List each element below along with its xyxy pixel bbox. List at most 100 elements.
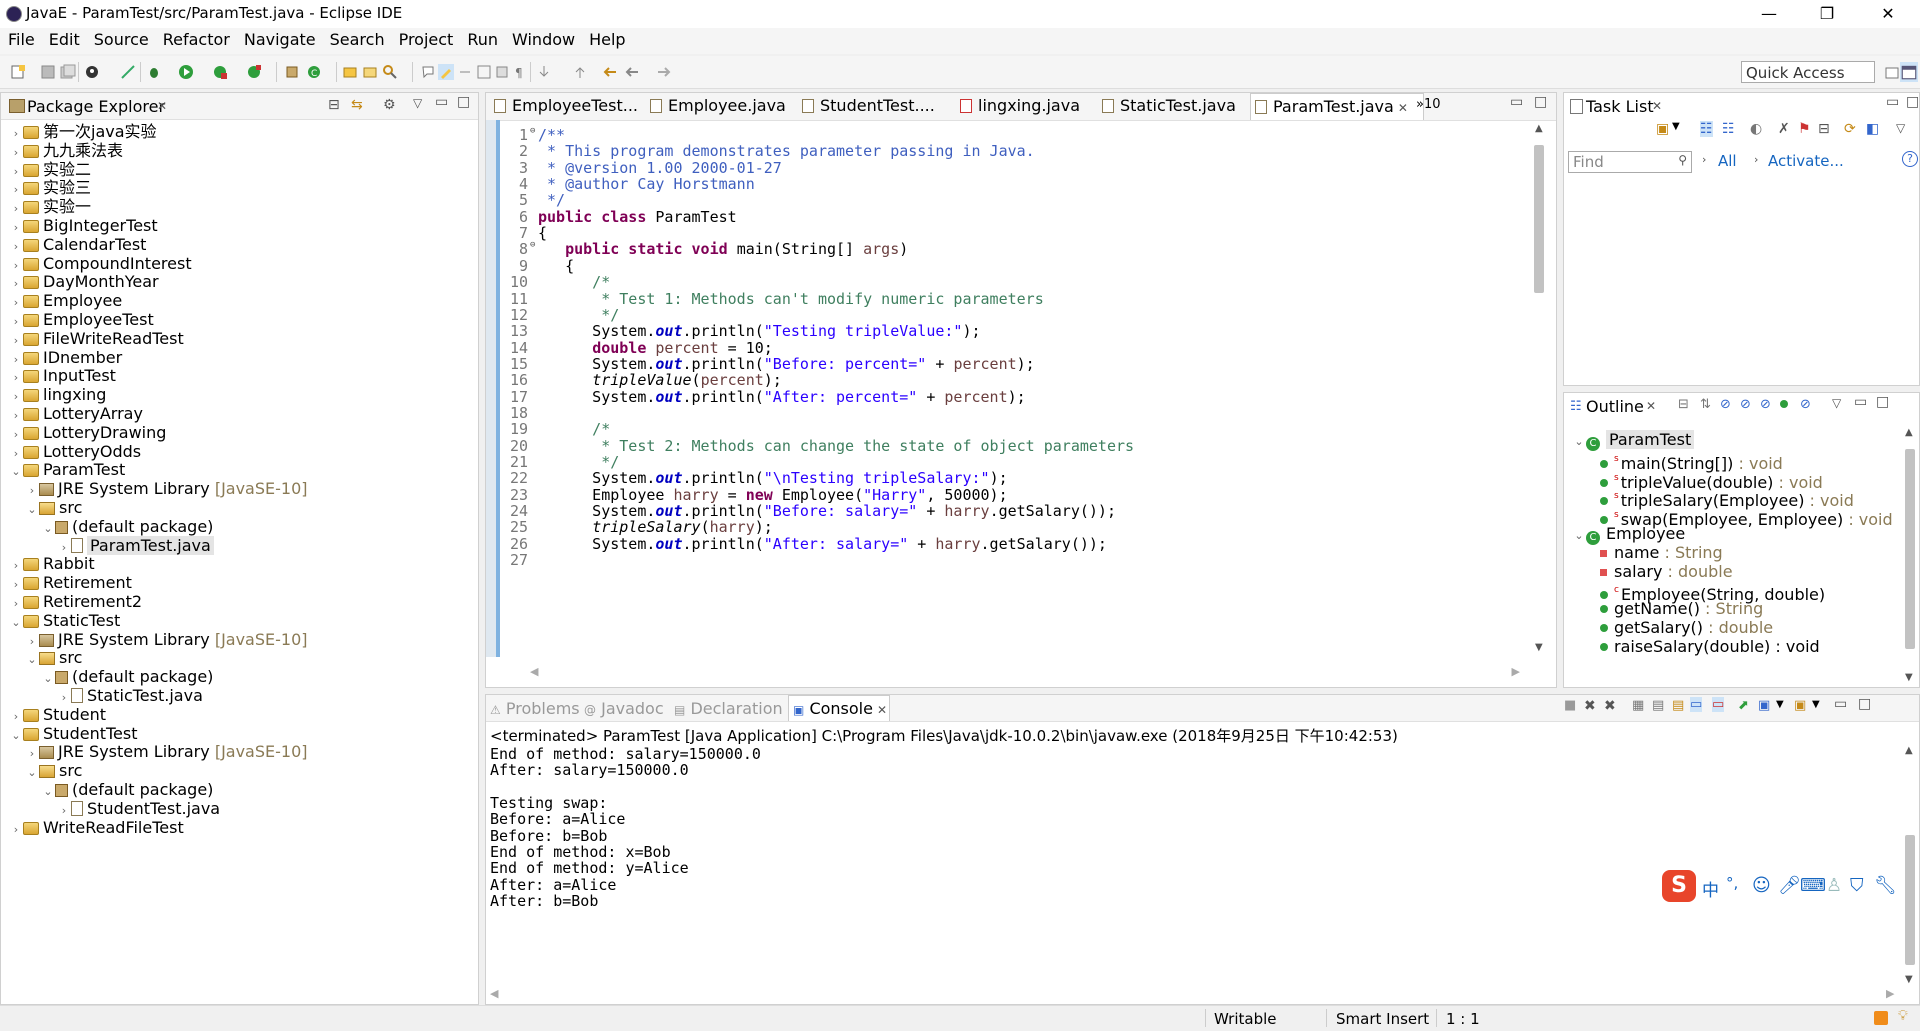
close-icon[interactable]: ✕ — [157, 99, 167, 113]
chevron-right-icon[interactable]: › — [9, 819, 23, 841]
menu-refactor[interactable]: Refactor — [155, 28, 236, 49]
new-class-icon[interactable]: C — [306, 64, 322, 80]
maximize-view-icon[interactable]: □ — [457, 94, 470, 110]
chevron-down-icon[interactable]: ⌄ — [1572, 525, 1586, 547]
annotation-icon[interactable] — [420, 64, 436, 80]
ime-lang[interactable]: 中 — [1702, 876, 1719, 901]
wrench-icon[interactable]: 🔧︎ — [1874, 875, 1897, 896]
maximize-view-icon[interactable]: □ — [1858, 696, 1871, 712]
outline-item[interactable]: raiseSalary(double) : void — [1600, 636, 1820, 658]
word-wrap-icon[interactable]: ▤ — [1672, 698, 1684, 713]
last-edit-icon[interactable] — [602, 64, 618, 80]
menu-project[interactable]: Project — [391, 28, 460, 49]
open-task-icon[interactable] — [362, 64, 378, 80]
menu-help[interactable]: Help — [581, 28, 631, 49]
fold-icon[interactable]: ⊖ — [530, 240, 535, 250]
menu-edit[interactable]: Edit — [41, 28, 86, 49]
profile-icon[interactable] — [84, 64, 100, 80]
chevron-down-icon[interactable]: ⌄ — [25, 649, 39, 671]
word-wrap-icon[interactable] — [458, 64, 474, 80]
hide-icon[interactable]: ✗ — [1778, 121, 1790, 137]
open-type-icon[interactable] — [342, 64, 358, 80]
back-icon[interactable] — [624, 64, 640, 80]
menu-run[interactable]: Run — [459, 28, 504, 49]
sogou-logo-icon[interactable]: S — [1662, 870, 1696, 902]
next-annotation-icon[interactable] — [536, 64, 552, 80]
chevron-down-icon[interactable]: ⌄ — [41, 518, 55, 540]
chevron-down-icon[interactable]: ⌄ — [9, 725, 23, 747]
code-area[interactable]: 1 ⊖/** 2 * This program demonstrates param… — [500, 120, 1520, 657]
quick-access-input[interactable]: Quick Access — [1741, 61, 1875, 83]
tab-paramtest[interactable]: ParamTest.java ✕ — [1250, 93, 1424, 120]
java-ee-perspective-icon[interactable] — [1900, 62, 1918, 82]
view-menu-icon[interactable]: ▽ — [413, 96, 422, 110]
user-icon[interactable]: ♙ — [1826, 875, 1842, 896]
minimize-view-icon[interactable]: ▭ — [1854, 394, 1867, 410]
ime-punct[interactable]: °, — [1726, 874, 1738, 892]
tab-employeetest[interactable]: EmployeeTest... — [490, 93, 638, 119]
clear-console-icon[interactable]: ▦ — [1632, 698, 1644, 713]
run-icon[interactable] — [178, 64, 194, 80]
console-scrollbar[interactable]: ▲ ▼ — [1903, 745, 1917, 985]
minimize-view-icon[interactable]: ▭ — [435, 94, 448, 110]
maximize-editor-icon[interactable]: □ — [1534, 94, 1547, 110]
skip-breakpoints-icon[interactable] — [120, 64, 136, 80]
help-icon[interactable]: ? — [1902, 151, 1918, 167]
chevron-down-icon[interactable]: ⌄ — [9, 612, 23, 634]
tab-employee[interactable]: Employee.java — [646, 93, 788, 119]
mylyn-icon[interactable]: ◧ — [1866, 121, 1879, 137]
tab-studenttest[interactable]: StudentTest.... — [798, 93, 960, 119]
close-button[interactable]: ✕ — [1865, 2, 1911, 26]
tree-item[interactable]: › WriteReadFileTest — [9, 817, 184, 839]
open-perspective-icon[interactable] — [1884, 64, 1900, 80]
terminate-icon[interactable]: ■ — [1564, 698, 1576, 713]
block-selection-icon[interactable] — [476, 64, 492, 80]
minimize-button[interactable]: — — [1746, 2, 1792, 26]
external-tools-icon[interactable] — [246, 64, 262, 80]
minimize-editor-icon[interactable]: ▭ — [1510, 94, 1523, 110]
close-tab-icon[interactable]: ✕ — [1398, 101, 1408, 115]
scheduled-icon[interactable]: ☷ — [1722, 121, 1735, 137]
close-icon[interactable]: ✕ — [1652, 99, 1662, 113]
menu-navigate[interactable]: Navigate — [236, 28, 322, 49]
hide-completed-icon[interactable]: ◐ — [1750, 121, 1762, 137]
debug-icon[interactable] — [146, 64, 162, 80]
chevron-down-icon[interactable]: ⌄ — [25, 499, 39, 521]
hide-static-icon[interactable]: ⊘ — [1740, 397, 1751, 412]
open-console-icon[interactable]: ▣ — [1794, 698, 1806, 713]
pin-console-icon[interactable]: ⬈ — [1738, 698, 1749, 713]
view-menu-icon[interactable]: ▽ — [1832, 396, 1841, 410]
hide-local-types-icon[interactable] — [1780, 400, 1788, 408]
tab-problems[interactable]: ⚠ Problems — [490, 699, 580, 718]
shirt-icon[interactable]: ⛉ — [1850, 875, 1864, 896]
maximize-button[interactable]: ❐ — [1804, 2, 1850, 26]
outline-scrollbar[interactable]: ▲ ▼ — [1903, 427, 1917, 683]
remove-all-icon[interactable]: ✖ — [1604, 698, 1616, 714]
keyboard-icon[interactable]: ⌨ — [1800, 875, 1826, 896]
tab-javadoc[interactable]: @ Javadoc — [584, 699, 664, 718]
close-tab-icon[interactable]: ✕ — [877, 703, 887, 717]
tab-lingxing[interactable]: lingxing.java — [956, 93, 1108, 119]
focus-icon[interactable]: ⊘ — [1800, 397, 1811, 412]
horizontal-scrollbar[interactable]: ◀ ▶ — [530, 665, 1520, 679]
minimize-view-icon[interactable]: ▭ — [1834, 696, 1847, 712]
tab-console[interactable]: ▣ Console ✕ — [788, 695, 890, 721]
chevron-down-icon[interactable]: ⌄ — [41, 781, 55, 803]
fold-icon[interactable]: ⊖ — [530, 126, 535, 136]
new-package-icon[interactable] — [284, 64, 300, 80]
scroll-left-icon[interactable]: ◀ — [490, 987, 498, 1000]
show-stdout-icon[interactable]: ▭ — [1690, 697, 1703, 712]
console-output[interactable]: End of method: salary=150000.0 After: sal… — [486, 745, 1896, 985]
show-stderr-icon[interactable]: ▭ — [1712, 697, 1725, 712]
coverage-icon[interactable] — [212, 64, 228, 80]
rss-icon[interactable] — [1874, 1011, 1888, 1025]
activate-link[interactable]: Activate... — [1768, 152, 1844, 170]
save-icon[interactable] — [40, 64, 56, 80]
collapse-all-icon[interactable]: ⊟ — [328, 97, 340, 113]
chevron-down-icon[interactable]: ⌄ — [1572, 431, 1586, 453]
vertical-scrollbar[interactable]: ▲ ▼ — [1532, 123, 1546, 653]
task-find-input[interactable]: Find ⚲ — [1568, 151, 1692, 173]
dropdown-icon[interactable]: ▼ — [1776, 699, 1784, 710]
hide-fields-icon[interactable]: ⊘ — [1720, 397, 1731, 412]
filter-icon[interactable]: ⚑ — [1798, 121, 1811, 137]
